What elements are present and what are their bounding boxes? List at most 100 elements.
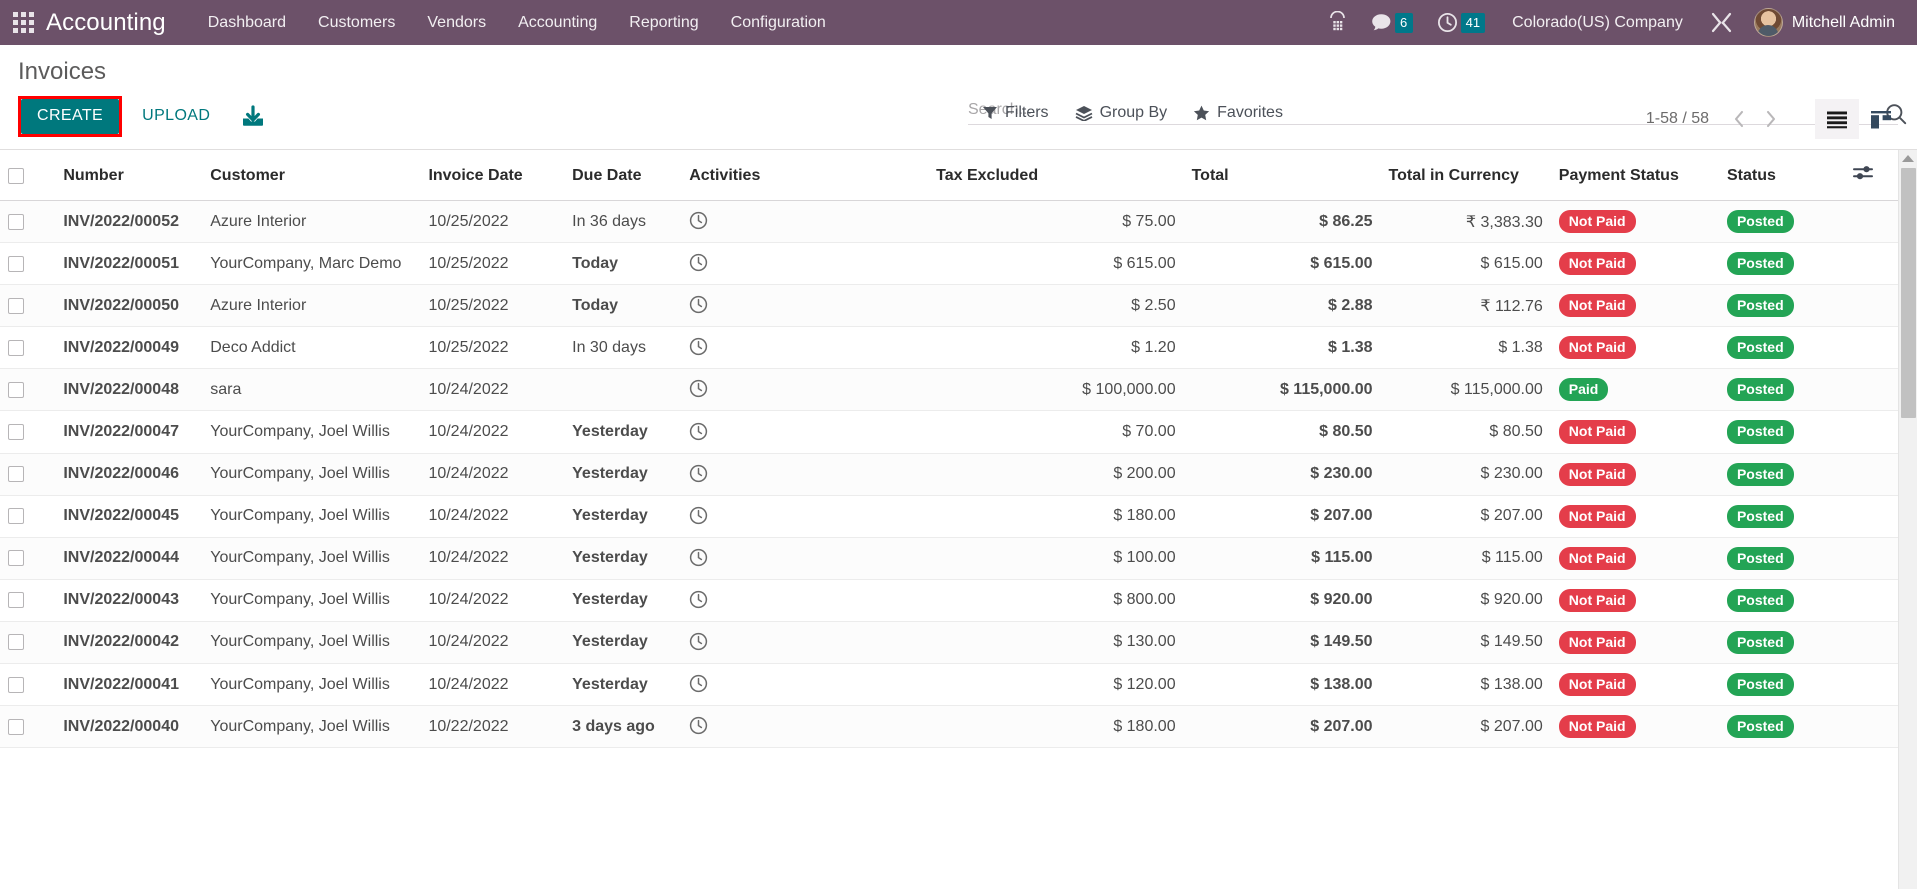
cell-payment-status[interactable]: Paid xyxy=(1550,368,1719,412)
app-brand-accounting[interactable]: Accounting xyxy=(46,9,192,37)
cell-tax-excluded[interactable]: $ 70.00 xyxy=(928,410,1184,454)
cell-total[interactable]: $ 149.50 xyxy=(1183,621,1381,665)
table-row[interactable]: INV/2022/00051 YourCompany, Marc Demo 10/2… xyxy=(0,242,1900,286)
cell-invoice-date[interactable]: 10/24/2022 xyxy=(420,537,565,580)
cell-due-date[interactable]: Yesterday xyxy=(564,495,682,538)
table-row[interactable]: INV/2022/00040 YourCompany, Joel Willis 10… xyxy=(0,705,1900,749)
cell-due-date[interactable]: Yesterday xyxy=(564,453,682,496)
cell-number[interactable]: INV/2022/00044 xyxy=(55,537,203,580)
company-switcher[interactable]: Colorado(US) Company xyxy=(1498,0,1697,45)
table-row[interactable]: INV/2022/00046 YourCompany, Joel Willis 10… xyxy=(0,453,1900,496)
cell-tax-excluded[interactable]: $ 75.00 xyxy=(928,200,1184,244)
cell-due-date[interactable]: Today xyxy=(564,242,682,286)
cell-total[interactable]: $ 115,000.00 xyxy=(1183,368,1381,412)
row-checkbox[interactable] xyxy=(8,255,24,272)
cell-total-in-currency[interactable]: $ 920.00 xyxy=(1380,579,1551,622)
row-checkbox[interactable] xyxy=(8,339,24,356)
cell-invoice-date[interactable]: 10/25/2022 xyxy=(420,242,565,286)
column-header-payment-status[interactable]: Payment Status xyxy=(1550,150,1719,201)
pager-previous-button[interactable] xyxy=(1723,107,1755,131)
row-checkbox[interactable] xyxy=(8,381,24,398)
cell-invoice-date[interactable]: 10/24/2022 xyxy=(420,453,565,496)
table-row[interactable]: INV/2022/00052 Azure Interior 10/25/2022 In… xyxy=(0,200,1900,244)
cell-total[interactable]: $ 920.00 xyxy=(1183,579,1381,622)
cell-customer[interactable]: YourCompany, Marc Demo xyxy=(202,242,421,286)
cell-activities[interactable] xyxy=(681,495,929,538)
cell-total-in-currency[interactable]: $ 230.00 xyxy=(1380,453,1551,496)
row-checkbox[interactable] xyxy=(8,718,24,735)
cell-total[interactable]: $ 138.00 xyxy=(1183,663,1381,707)
cell-tax-excluded[interactable]: $ 180.00 xyxy=(928,495,1184,538)
cell-due-date[interactable]: 3 days ago xyxy=(564,705,682,749)
vertical-scrollbar[interactable] xyxy=(1898,150,1917,889)
download-inbox-icon[interactable] xyxy=(240,104,266,129)
cell-payment-status[interactable]: Not Paid xyxy=(1550,242,1719,286)
cell-invoice-date[interactable]: 10/24/2022 xyxy=(420,579,565,622)
cell-total-in-currency[interactable]: $ 115.00 xyxy=(1380,537,1551,580)
menu-item-configuration[interactable]: Configuration xyxy=(715,0,842,45)
messages-counter[interactable]: 6 xyxy=(1360,0,1424,45)
cell-payment-status[interactable]: Not Paid xyxy=(1550,326,1719,370)
cell-number[interactable]: INV/2022/00041 xyxy=(55,663,203,707)
apps-grid-icon[interactable] xyxy=(0,0,46,45)
cell-activities[interactable] xyxy=(681,410,929,454)
user-menu[interactable]: Mitchell Admin xyxy=(1746,0,1905,45)
cell-activities[interactable] xyxy=(681,621,929,665)
cell-payment-status[interactable]: Not Paid xyxy=(1550,495,1719,538)
cell-invoice-date[interactable]: 10/24/2022 xyxy=(420,621,565,665)
row-checkbox[interactable] xyxy=(8,508,24,525)
column-header-invoice-date[interactable]: Invoice Date xyxy=(420,150,565,201)
cell-total-in-currency[interactable]: $ 207.00 xyxy=(1380,495,1551,538)
clock-icon[interactable] xyxy=(689,590,708,609)
cell-total[interactable]: $ 2.88 xyxy=(1183,284,1381,328)
cell-payment-status[interactable]: Not Paid xyxy=(1550,579,1719,622)
row-checkbox[interactable] xyxy=(8,634,24,651)
cell-number[interactable]: INV/2022/00040 xyxy=(55,705,203,749)
cell-tax-excluded[interactable]: $ 100,000.00 xyxy=(928,368,1184,412)
table-row[interactable]: INV/2022/00043 YourCompany, Joel Willis 10… xyxy=(0,579,1900,622)
cell-status[interactable]: Posted xyxy=(1718,368,1845,412)
column-header-activities[interactable]: Activities xyxy=(681,150,929,201)
menu-item-reporting[interactable]: Reporting xyxy=(613,0,714,45)
cell-total-in-currency[interactable]: $ 207.00 xyxy=(1380,705,1551,749)
create-button[interactable]: CREATE xyxy=(21,99,120,134)
row-checkbox[interactable] xyxy=(8,676,24,693)
cell-number[interactable]: INV/2022/00050 xyxy=(55,284,203,328)
cell-total-in-currency[interactable]: $ 1.38 xyxy=(1380,326,1551,370)
cell-customer[interactable]: YourCompany, Joel Willis xyxy=(202,453,421,496)
clock-icon[interactable] xyxy=(689,211,708,230)
clock-icon[interactable] xyxy=(689,253,708,272)
cell-customer[interactable]: YourCompany, Joel Willis xyxy=(202,410,421,454)
cell-invoice-date[interactable]: 10/24/2022 xyxy=(420,495,565,538)
cell-total-in-currency[interactable]: ₹ 112.76 xyxy=(1380,284,1551,328)
column-header-customer[interactable]: Customer xyxy=(202,150,421,201)
cell-total-in-currency[interactable]: $ 149.50 xyxy=(1380,621,1551,665)
scrollbar-thumb[interactable] xyxy=(1901,168,1916,418)
clock-icon[interactable] xyxy=(689,379,708,398)
cell-customer[interactable]: YourCompany, Joel Willis xyxy=(202,537,421,580)
cell-payment-status[interactable]: Not Paid xyxy=(1550,284,1719,328)
cell-activities[interactable] xyxy=(681,284,929,328)
table-row[interactable]: INV/2022/00044 YourCompany, Joel Willis 10… xyxy=(0,537,1900,580)
row-checkbox[interactable] xyxy=(8,592,24,609)
upload-button[interactable]: UPLOAD xyxy=(128,99,224,134)
cell-status[interactable]: Posted xyxy=(1718,242,1845,286)
clock-icon[interactable] xyxy=(689,422,708,441)
cell-tax-excluded[interactable]: $ 130.00 xyxy=(928,621,1184,665)
pager-next-button[interactable] xyxy=(1755,107,1787,131)
cell-total-in-currency[interactable]: $ 615.00 xyxy=(1380,242,1551,286)
cell-number[interactable]: INV/2022/00045 xyxy=(55,495,203,538)
cell-total[interactable]: $ 230.00 xyxy=(1183,453,1381,496)
cell-number[interactable]: INV/2022/00049 xyxy=(55,326,203,370)
column-header-status[interactable]: Status xyxy=(1718,150,1845,201)
scroll-up-arrow[interactable] xyxy=(1902,155,1914,162)
column-header-tax-excluded[interactable]: Tax Excluded xyxy=(928,150,1184,201)
cell-due-date[interactable]: Yesterday xyxy=(564,537,682,580)
cell-total[interactable]: $ 615.00 xyxy=(1183,242,1381,286)
table-row[interactable]: INV/2022/00049 Deco Addict 10/25/2022 In 30… xyxy=(0,326,1900,370)
menu-item-accounting[interactable]: Accounting xyxy=(502,0,613,45)
cell-due-date[interactable] xyxy=(564,368,682,412)
cell-status[interactable]: Posted xyxy=(1718,200,1845,244)
filters-dropdown[interactable]: Filters xyxy=(982,104,1049,122)
cell-number[interactable]: INV/2022/00043 xyxy=(55,579,203,622)
